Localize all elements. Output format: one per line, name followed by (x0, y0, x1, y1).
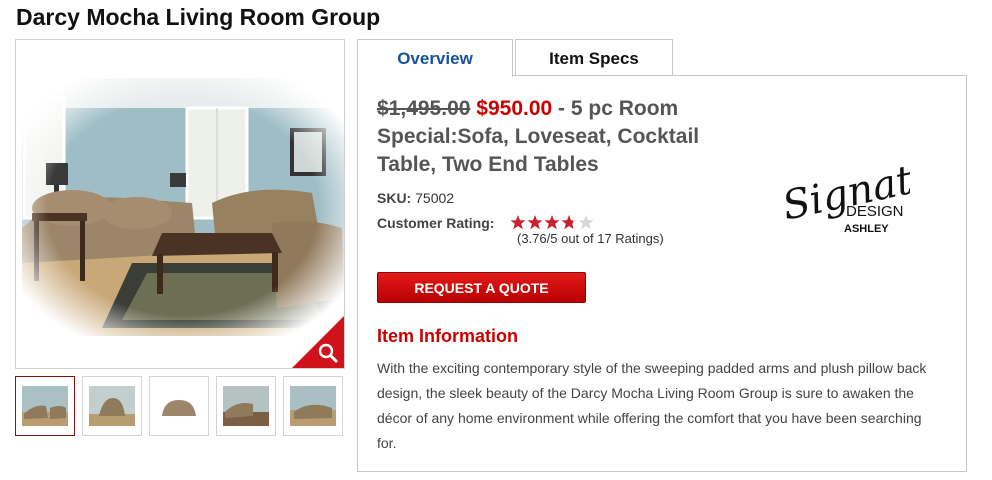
thumbnail-4[interactable] (216, 376, 276, 436)
zoom-button[interactable] (292, 316, 344, 368)
star-icon (578, 215, 594, 230)
item-information-heading: Item Information (377, 326, 519, 346)
sku-value: 75002 (415, 190, 455, 206)
rating-label: Customer Rating: (377, 215, 495, 231)
thumbnail-1[interactable] (15, 376, 75, 436)
sale-price: $950.00 (476, 97, 553, 120)
item-information-body: With the exciting contemporary style of … (377, 360, 927, 451)
main-product-image[interactable] (15, 39, 345, 369)
thumbnail-3[interactable] (149, 376, 209, 436)
svg-text:DESIGN: DESIGN (846, 203, 904, 220)
thumbnail-strip (15, 376, 347, 438)
room-photo (22, 78, 344, 336)
thumbnail-5[interactable] (283, 376, 343, 436)
request-quote-button[interactable]: REQUEST A QUOTE (377, 272, 586, 303)
star-icon (510, 215, 526, 230)
signature-design-logo: Signature DESIGN ASHLEY (780, 143, 910, 235)
old-price: $1,495.00 (377, 97, 471, 120)
thumbnail-2[interactable] (82, 376, 142, 436)
star-icon (561, 215, 577, 230)
svg-text:ASHLEY: ASHLEY (844, 223, 889, 235)
page-title: Darcy Mocha Living Room Group (16, 4, 381, 30)
star-icon (527, 215, 543, 230)
star-rating (510, 215, 594, 230)
tab-overview[interactable]: Overview (357, 39, 513, 77)
star-icon (544, 215, 560, 230)
sku-line: SKU: 75002 (377, 190, 454, 206)
tab-item-specs[interactable]: Item Specs (515, 39, 673, 76)
rating-summary: (3.76/5 out of 17 Ratings) (517, 231, 664, 246)
sku-label: SKU: (377, 190, 412, 206)
product-headline: $1,495.00 $950.00 - 5 pc Room Special:So… (377, 95, 757, 179)
